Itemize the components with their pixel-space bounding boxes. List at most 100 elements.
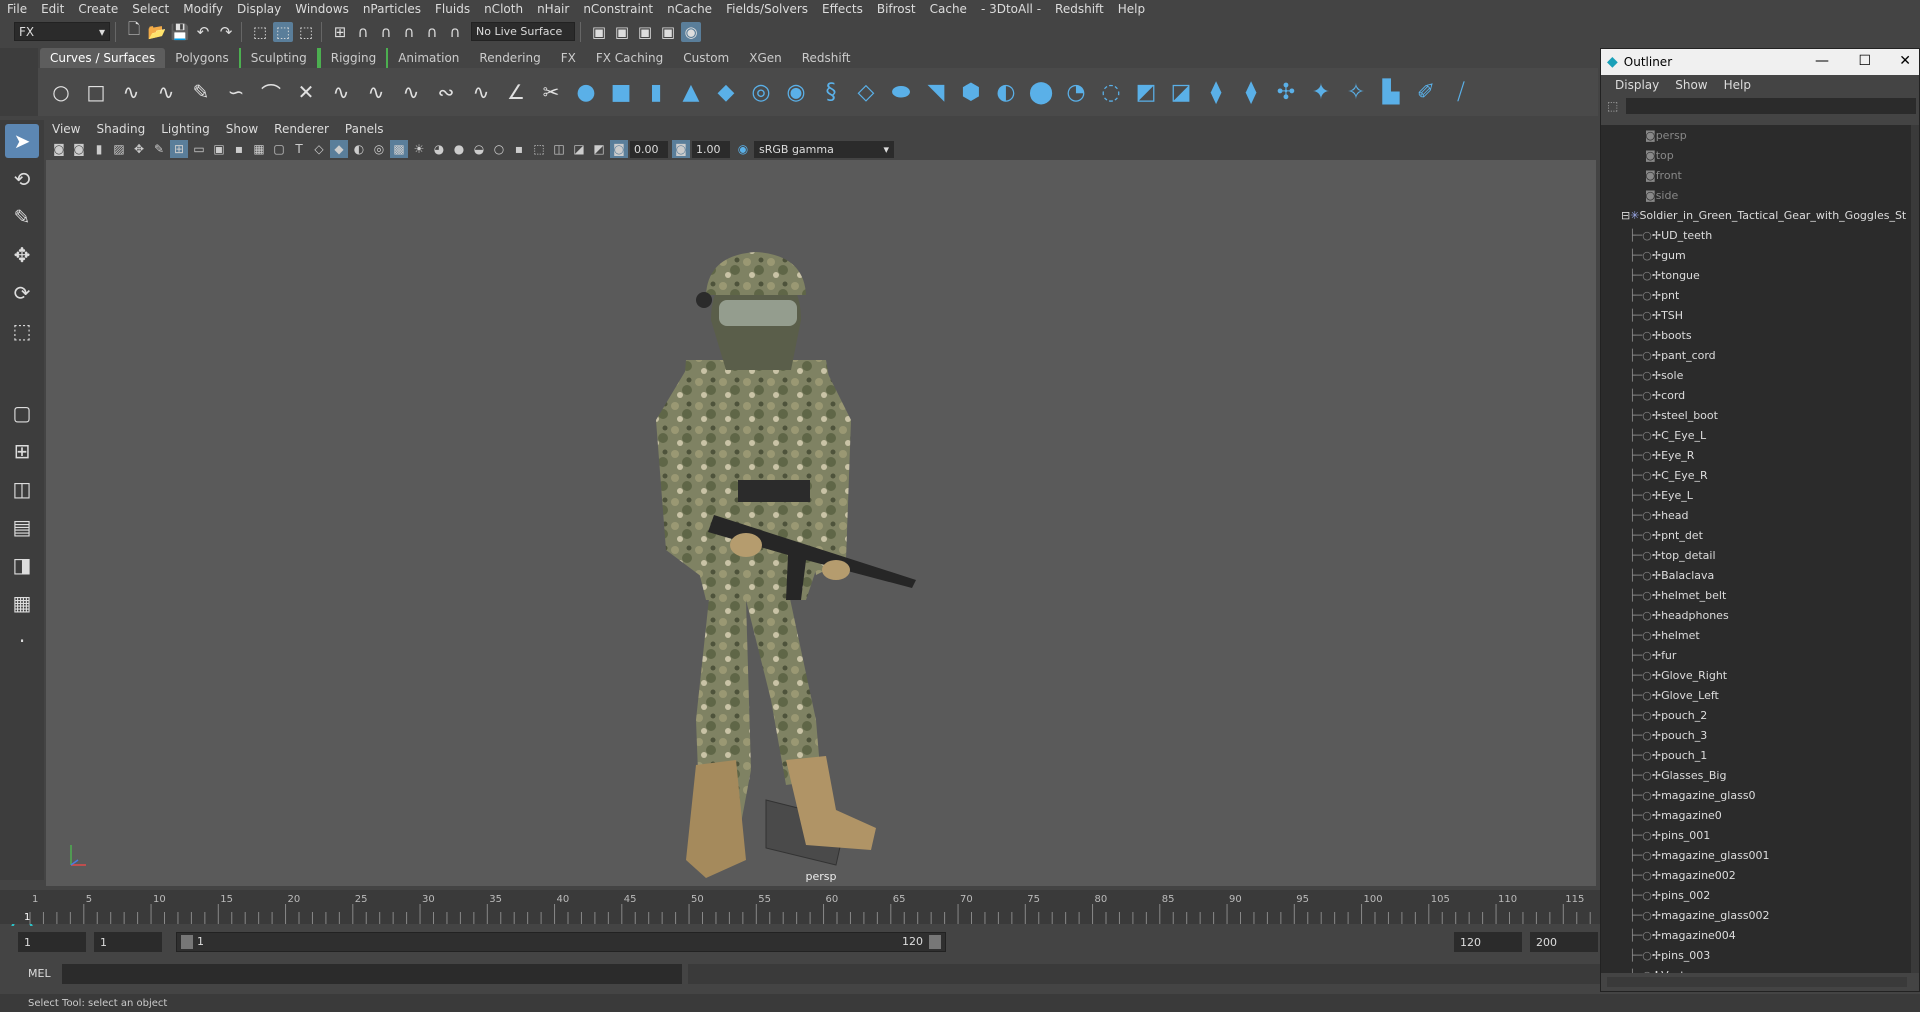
start-frame-field[interactable]: 1 [18, 932, 86, 952]
loft-icon[interactable]: § [816, 77, 846, 107]
shelf-tab[interactable]: Sculpting [238, 48, 319, 68]
cmd-language-label[interactable]: MEL [28, 967, 51, 980]
menu-item[interactable]: Cache [923, 2, 974, 16]
outliner-mesh-row[interactable]: ├─○ ✢ steel_boot [1601, 405, 1913, 425]
outliner-menu-item[interactable]: Show [1667, 78, 1715, 92]
xray-icon[interactable]: ◫ [550, 140, 568, 158]
outliner-menu-item[interactable]: Help [1716, 78, 1759, 92]
single-pane-icon[interactable]: ▢ [5, 396, 39, 430]
curve-offset-icon[interactable]: ∾ [431, 77, 461, 107]
outliner-mesh-row[interactable]: ├─○ ✢ pouch_2 [1601, 705, 1913, 725]
outliner-mesh-row[interactable]: ├─○ ✢ fur [1601, 645, 1913, 665]
outliner-layout-icon[interactable]: ▤ [5, 510, 39, 544]
surface-edit-icon[interactable]: ⧸ [1446, 77, 1476, 107]
align-surface-icon[interactable]: ✣ [1271, 77, 1301, 107]
undo-icon[interactable]: ↶ [193, 22, 213, 42]
resolution-gate-icon[interactable]: ▣ [210, 140, 228, 158]
shelf-tab[interactable]: Polygons [165, 48, 238, 68]
shelf-tab[interactable]: FX Caching [586, 48, 673, 68]
outliner-mesh-row[interactable]: ├─○ ✢ magazine_glass0 [1601, 785, 1913, 805]
grid-icon[interactable]: ⊞ [170, 140, 188, 158]
playback-end-field[interactable]: 120 [1454, 932, 1522, 952]
nurbs-circle-icon[interactable]: ○ [46, 77, 76, 107]
outliner-mesh-row[interactable]: ├─○ ✢ gum [1601, 245, 1913, 265]
hypershade-icon[interactable]: ◉ [681, 21, 701, 42]
shelf-tab[interactable]: XGen [739, 48, 792, 68]
ep-curve-icon[interactable]: ∿ [151, 77, 181, 107]
menu-item[interactable]: nCloth [477, 2, 530, 16]
isolate-select-icon[interactable]: ⬚ [530, 140, 548, 158]
xray-joints-icon[interactable]: ◪ [570, 140, 588, 158]
sculpt-tool-icon[interactable]: ✐ [1411, 77, 1441, 107]
motion-blur-icon[interactable]: ◒ [470, 140, 488, 158]
menu-item[interactable]: Create [71, 2, 125, 16]
camera-icon[interactable]: ◙ [50, 140, 68, 158]
textured-icon[interactable]: ▩ [390, 140, 408, 158]
viewport-persp[interactable]: persp [46, 160, 1596, 886]
project-curve-icon[interactable]: ◔ [1061, 77, 1091, 107]
menu-item[interactable]: nHair [530, 2, 576, 16]
cv-curve-icon[interactable]: ∿ [116, 77, 146, 107]
shelf-tab[interactable]: Custom [673, 48, 739, 68]
menu-item[interactable]: Help [1111, 2, 1152, 16]
range-slider[interactable]: 1 120 [176, 932, 946, 952]
panel-menu-item[interactable]: View [44, 122, 88, 136]
outliner-mesh-row[interactable]: ├─○ ✢ pins_002 [1601, 885, 1913, 905]
rebuild-surface-icon[interactable]: ▙ [1376, 77, 1406, 107]
color-management-icon[interactable]: ◉ [734, 140, 752, 158]
shelf-tab[interactable]: Redshift [792, 48, 861, 68]
intersect-icon[interactable]: ◌ [1096, 77, 1126, 107]
boundary-icon[interactable]: ⬢ [956, 77, 986, 107]
rotate-tool-icon[interactable]: ⟳ [5, 276, 39, 310]
render-frame-icon[interactable]: ▣ [612, 22, 632, 42]
extrude-icon[interactable]: ⬬ [886, 77, 916, 107]
bezier-curve-icon[interactable]: ∽ [221, 77, 251, 107]
detach-surface-icon[interactable]: ⧫ [1236, 77, 1266, 107]
collapse-icon[interactable]: ⊟ [1621, 209, 1630, 222]
menu-item[interactable]: Edit [34, 2, 71, 16]
outliner-mesh-row[interactable]: ├─○ ✢ pouch_1 [1601, 745, 1913, 765]
nurbs-square-icon[interactable]: □ [81, 77, 111, 107]
menu-item[interactable]: Display [230, 2, 288, 16]
curve-fillet-icon[interactable]: ∿ [466, 77, 496, 107]
menu-item[interactable]: Fields/Solvers [719, 2, 815, 16]
curve-detach-icon[interactable]: ∿ [326, 77, 356, 107]
field-chart-icon[interactable]: ▦ [250, 140, 268, 158]
outliner-search-input[interactable] [1626, 98, 1917, 114]
panel-menu-item[interactable]: Show [218, 122, 266, 136]
curve-rebuild-icon[interactable]: ∿ [396, 77, 426, 107]
outliner-camera-row[interactable]: ◙ side [1601, 185, 1913, 205]
snap-surface-icon[interactable]: ∩ [422, 22, 442, 42]
curve-extend-icon[interactable]: ∠ [501, 77, 531, 107]
smooth-shade-icon[interactable]: ◆ [330, 140, 348, 158]
more-layouts-icon[interactable]: · [5, 624, 39, 658]
birail-icon[interactable]: ◥ [921, 77, 951, 107]
menu-item[interactable]: Select [125, 2, 176, 16]
open-close-icon[interactable]: ✦ [1306, 77, 1336, 107]
gamma-field[interactable]: 1.00 [692, 140, 730, 158]
gate-mask-icon[interactable]: ▪ [230, 140, 248, 158]
exposure-field[interactable]: 0.00 [630, 140, 668, 158]
filter-icon[interactable]: ⬚ [1607, 99, 1618, 113]
cmd-input[interactable] [62, 964, 682, 984]
panel-menu-item[interactable]: Lighting [153, 122, 218, 136]
outliner-mesh-row[interactable]: ├─○ ✢ top_detail [1601, 545, 1913, 565]
outliner-vertical-scrollbar[interactable] [1911, 125, 1919, 973]
wireframe-icon[interactable]: ◇ [310, 140, 328, 158]
outliner-mesh-row[interactable]: ├─○ ✢ TSH [1601, 305, 1913, 325]
outliner-mesh-row[interactable]: ├─○ ✢ tongue [1601, 265, 1913, 285]
menu-item[interactable]: Bifrost [870, 2, 923, 16]
menu-item[interactable]: Windows [288, 2, 356, 16]
nurbs-torus-icon[interactable]: ◎ [746, 77, 776, 107]
planar-icon[interactable]: ◇ [851, 77, 881, 107]
screen-ao-icon[interactable]: ● [450, 140, 468, 158]
outliner-mesh-row[interactable]: ├─○ ✢ pant_cord [1601, 345, 1913, 365]
hypershade-layout-icon[interactable]: ▦ [5, 586, 39, 620]
revolve-icon[interactable]: ◉ [781, 77, 811, 107]
xray-components-icon[interactable]: ◩ [590, 140, 608, 158]
outliner-mesh-row[interactable]: ├─○ ✢ C_Eye_L [1601, 425, 1913, 445]
move-tool-icon[interactable]: ✥ [5, 238, 39, 272]
arc-icon[interactable]: ⌒ [256, 77, 286, 107]
select-tool-icon[interactable]: ➤ [5, 124, 39, 158]
select-hierarchy-icon[interactable]: ⬚ [250, 22, 270, 42]
